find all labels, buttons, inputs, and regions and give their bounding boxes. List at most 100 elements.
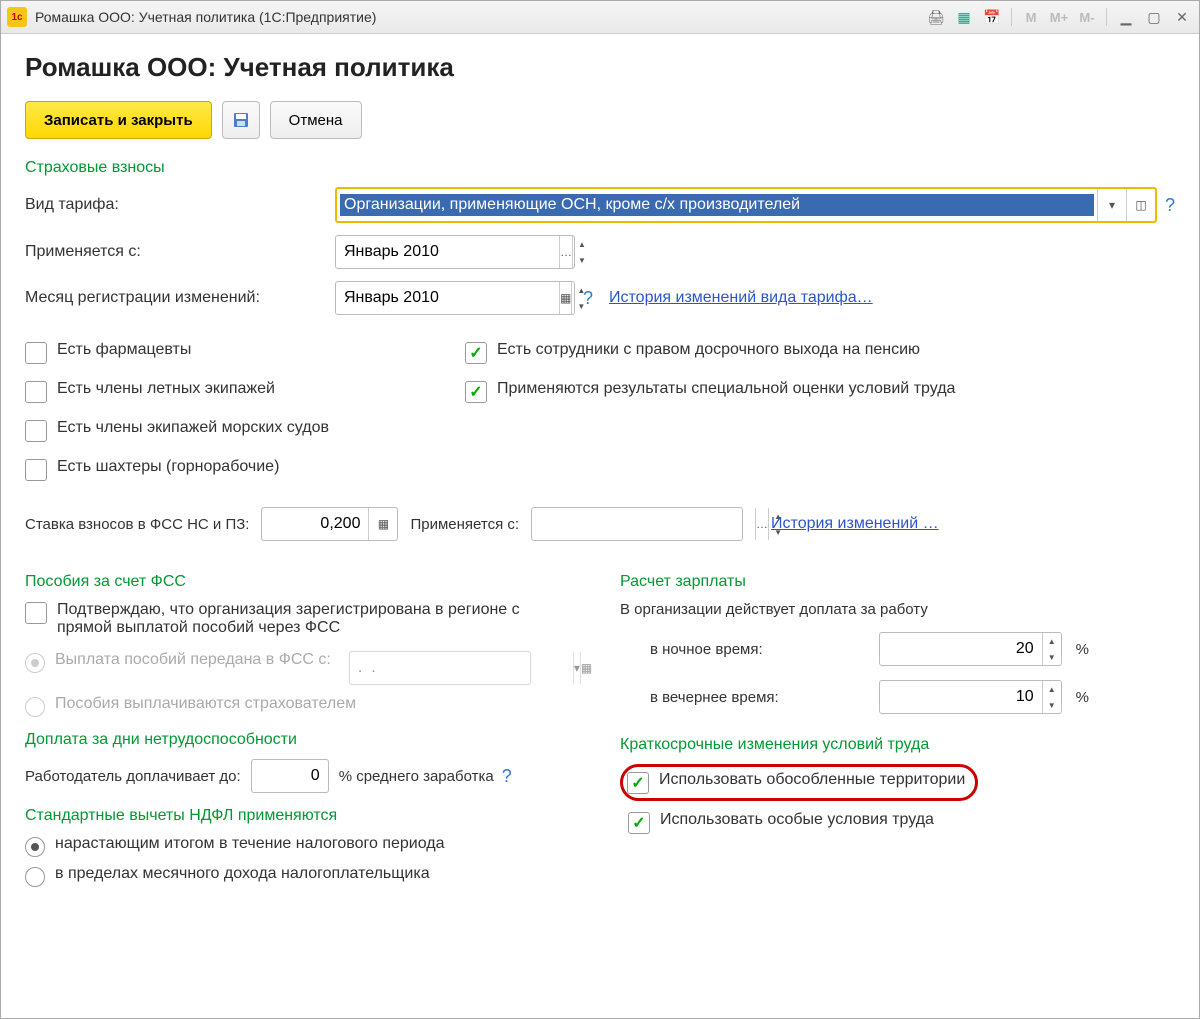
applies-from-field[interactable] [336,236,559,268]
applies-from2-field[interactable] [532,508,755,540]
evening-label: в вечернее время: [650,689,865,706]
spin-up-icon[interactable]: ▲ [1043,633,1061,649]
print-icon[interactable]: 🖨 [925,6,947,28]
m-button[interactable]: M [1020,6,1042,28]
calendar-picker-icon: ▦ [580,652,592,684]
dropdown-icon[interactable]: ▾ [1097,189,1126,221]
ndfl-monthly-label: в пределах месячного дохода налогоплател… [55,865,430,883]
section-shortterm: Краткосрочные изменения условий труда [620,736,1175,754]
rate-fss-field[interactable] [262,508,368,540]
applies-from2-input[interactable]: … ▲▼ [531,507,743,541]
spin-up-icon[interactable]: ▲ [1043,681,1061,697]
evening-input[interactable]: ▲▼ [879,680,1062,714]
reg-month-input[interactable]: ▦ ▲▼ [335,281,575,315]
tariff-value: Организации, применяющие ОСН, кроме с/х … [340,194,1094,216]
section-ndfl: Стандартные вычеты НДФЛ применяются [25,807,580,825]
fss-transfer-radio [25,653,45,673]
fss-date-input: ▾ ▦ [349,651,531,685]
content-area: Ромашка ООО: Учетная политика Записать и… [1,34,1199,1018]
org-pays-text: В организации действует доплата за работ… [620,601,1175,618]
help-icon[interactable]: ? [502,766,512,787]
sea-label: Есть члены экипажей морских судов [57,419,329,437]
help-icon[interactable]: ? [1165,195,1175,216]
tariff-select[interactable]: Организации, применяющие ОСН, кроме с/х … [335,187,1157,223]
spin-up-icon[interactable]: ▲ [573,236,591,252]
applies-from-label: Применяется с: [25,243,335,261]
night-field[interactable] [880,633,1042,665]
section-insurance: Страховые взносы [25,159,1175,177]
fss-transfer-label: Выплата пособий передана в ФСС с: [55,651,331,669]
applies-from2-label: Применяется с: [410,516,519,533]
floppy-icon [233,112,249,128]
history-link[interactable]: История изменений … [771,515,939,533]
calendar-icon[interactable]: 📅 [981,6,1003,28]
rate-fss-label: Ставка взносов в ФСС НС и ПЗ: [25,516,249,533]
fss-insurer-radio [25,697,45,717]
conditions-checkbox[interactable] [628,812,650,834]
spec-eval-checkbox[interactable] [465,381,487,403]
flight-checkbox[interactable] [25,381,47,403]
separator [1011,8,1012,26]
ndfl-cumulative-label: нарастающим итогом в течение налогового … [55,835,445,853]
territories-label: Использовать обособленные территории [659,771,965,789]
fss-confirm-label: Подтверждаю, что организация зарегистрир… [57,601,577,637]
territories-checkbox[interactable] [627,772,649,794]
pharm-checkbox[interactable] [25,342,47,364]
spin-down-icon[interactable]: ▼ [573,252,591,268]
reg-month-label: Месяц регистрации изменений: [25,289,335,307]
conditions-label: Использовать особые условия труда [660,811,934,829]
spin-down-icon[interactable]: ▼ [1043,649,1061,665]
sea-checkbox[interactable] [25,420,47,442]
applies-from-input[interactable]: … ▲▼ [335,235,575,269]
employer-pays-field[interactable] [252,760,328,792]
ndfl-monthly-radio[interactable] [25,867,45,887]
night-label: в ночное время: [650,641,865,658]
action-toolbar: Записать и закрыть Отмена [25,101,1175,139]
avg-earn-label: % среднего заработка [339,768,494,785]
close-icon[interactable]: ✕ [1171,6,1193,28]
m-plus-button[interactable]: M+ [1048,6,1070,28]
tariff-label: Вид тарифа: [25,196,335,214]
calendar-picker-icon[interactable]: ▦ [559,282,571,314]
m-minus-button[interactable]: M- [1076,6,1098,28]
ellipsis-icon[interactable]: … [755,508,768,540]
spec-eval-label: Применяются результаты специальной оценк… [497,380,955,398]
dropdown-icon: ▾ [573,652,580,684]
tariff-history-link[interactable]: История изменений вида тарифа… [609,289,873,307]
section-salary: Расчет зарплаты [620,573,1175,591]
fss-confirm-checkbox[interactable] [25,602,47,624]
separator [1106,8,1107,26]
ndfl-cumulative-radio[interactable] [25,837,45,857]
early-pension-label: Есть сотрудники с правом досрочного выхо… [497,341,920,359]
minimize-icon[interactable]: ▁ [1115,6,1137,28]
calc-icon[interactable]: ▦ [368,508,397,540]
ellipsis-icon[interactable]: … [559,236,572,268]
section-fss: Пособия за счет ФСС [25,573,580,591]
window-title: Ромашка ООО: Учетная политика (1С:Предпр… [35,9,925,25]
title-bar: 1c Ромашка ООО: Учетная политика (1С:Пре… [1,1,1199,34]
app-logo-icon: 1c [7,7,27,27]
page-title: Ромашка ООО: Учетная политика [25,52,1175,83]
evening-field[interactable] [880,681,1042,713]
highlighted-option: Использовать обособленные территории [620,764,978,801]
night-input[interactable]: ▲▼ [879,632,1062,666]
pharm-label: Есть фармацевты [57,341,191,359]
spin-down-icon[interactable]: ▼ [1043,697,1061,713]
reg-month-field[interactable] [336,282,559,314]
miners-checkbox[interactable] [25,459,47,481]
employer-pays-input[interactable] [251,759,329,793]
save-close-button[interactable]: Записать и закрыть [25,101,212,139]
calculator-icon[interactable]: ▦ [953,6,975,28]
app-window: 1c Ромашка ООО: Учетная политика (1С:Пре… [0,0,1200,1019]
early-pension-checkbox[interactable] [465,342,487,364]
save-button[interactable] [222,101,260,139]
maximize-icon[interactable]: ▢ [1143,6,1165,28]
section-sick-pay: Доплата за дни нетрудоспособности [25,731,580,749]
miners-label: Есть шахтеры (горнорабочие) [57,458,279,476]
pct-label: % [1076,641,1175,658]
cancel-button[interactable]: Отмена [270,101,362,139]
help-icon[interactable]: ? [583,288,593,309]
rate-fss-input[interactable]: ▦ [261,507,398,541]
open-icon[interactable]: ◫ [1126,189,1155,221]
flight-label: Есть члены летных экипажей [57,380,275,398]
